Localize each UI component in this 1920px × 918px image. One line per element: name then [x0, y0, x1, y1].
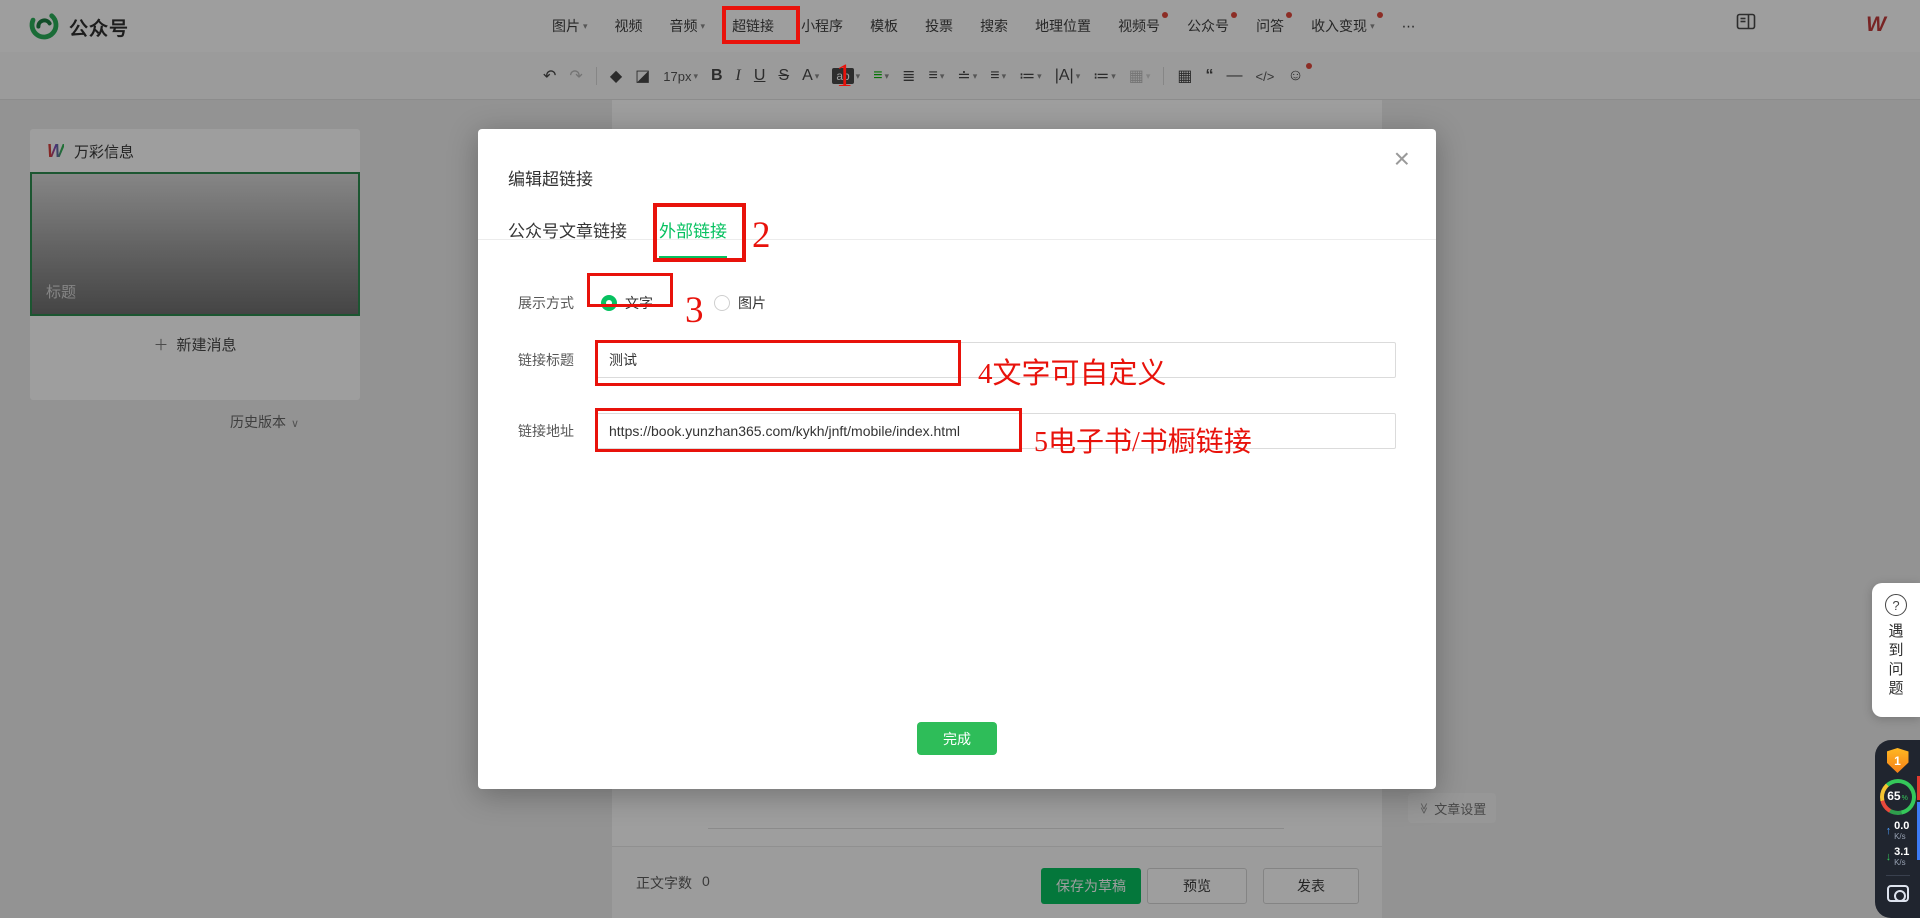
radio-text-selected[interactable]	[601, 295, 617, 311]
gauge-unit: %	[1902, 795, 1908, 802]
help-vertical-text: 遇到问题	[1888, 622, 1903, 698]
link-title-label: 链接标题	[518, 342, 574, 378]
performance-gauge[interactable]: 65 %	[1880, 779, 1916, 815]
link-url-label: 链接地址	[518, 413, 574, 449]
arrow-down-icon: ↓	[1886, 851, 1892, 863]
help-widget[interactable]: ? 遇到问题	[1872, 583, 1920, 717]
download-speed: ↓ 3.1 K/s	[1886, 847, 1910, 867]
help-text-char: 遇	[1888, 622, 1903, 641]
upload-speed-unit: K/s	[1894, 832, 1906, 841]
screenshot-camera-icon[interactable]	[1887, 885, 1909, 902]
close-icon[interactable]	[1394, 145, 1410, 173]
done-button[interactable]: 完成	[917, 722, 997, 755]
download-speed-unit: K/s	[1894, 858, 1906, 867]
security-shield-icon[interactable]: 1	[1887, 748, 1909, 773]
help-text-char: 题	[1888, 679, 1903, 698]
help-text-char: 问	[1888, 660, 1903, 679]
display-mode-label: 展示方式	[518, 289, 574, 317]
radio-image-label[interactable]: 图片	[738, 293, 766, 313]
system-monitor-widget[interactable]: 1 65 % ↑ 0.0 K/s ↓ 3.1 K/s	[1875, 740, 1920, 918]
question-mark-icon: ?	[1885, 594, 1907, 616]
dialog-title: 编辑超链接	[508, 165, 593, 190]
upload-speed: ↑ 0.0 K/s	[1886, 821, 1910, 841]
tabs-divider	[478, 239, 1436, 240]
widget-divider	[1886, 875, 1910, 876]
display-mode-options: 文字 图片	[601, 289, 766, 317]
app-window: 公众号 图片 视频 音频	[0, 0, 1920, 918]
link-url-input[interactable]	[596, 413, 1396, 449]
radio-text-label[interactable]: 文字	[625, 293, 653, 313]
edit-hyperlink-dialog: 编辑超链接 公众号文章链接 外部链接 展示方式 文字 图片 链接标题 链接地址 …	[478, 129, 1436, 789]
gauge-value: 65	[1887, 790, 1900, 802]
upload-speed-value: 0.0	[1894, 821, 1909, 832]
gauge-center: 65 %	[1884, 783, 1912, 811]
link-title-input[interactable]	[596, 342, 1396, 378]
radio-image-unselected[interactable]	[714, 295, 730, 311]
help-text-char: 到	[1888, 641, 1903, 660]
download-speed-value: 3.1	[1894, 847, 1909, 858]
arrow-up-icon: ↑	[1886, 825, 1892, 837]
